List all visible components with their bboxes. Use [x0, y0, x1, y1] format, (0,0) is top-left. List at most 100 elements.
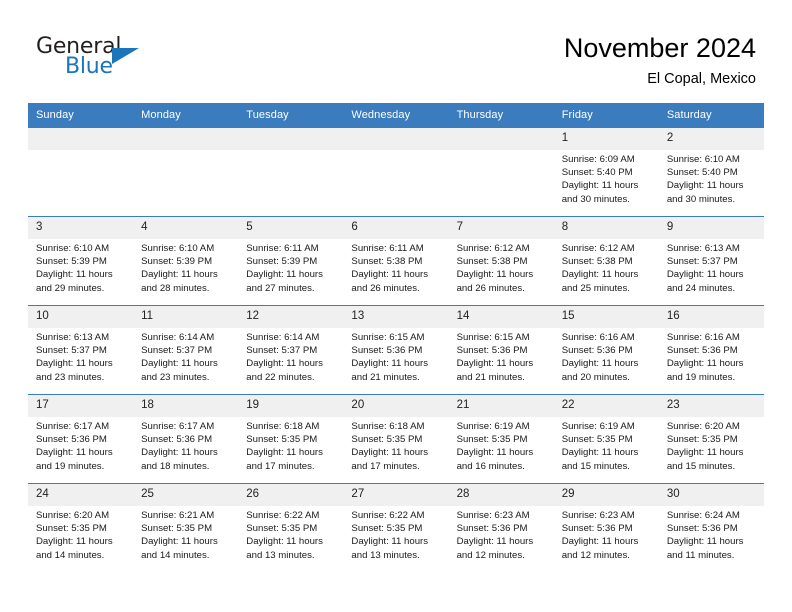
daylight-text-line1: Daylight: 11 hours — [351, 358, 429, 370]
daylight-text-line2: and 16 minutes. — [456, 460, 525, 472]
sunset-text: Sunset: 5:36 PM — [666, 345, 738, 357]
sunrise-text: Sunrise: 6:13 AM — [666, 243, 740, 254]
sunset-text: Sunset: 5:40 PM — [561, 167, 633, 179]
day-cell[interactable]: 8 Sunrise: 6:12 AM Sunset: 5:38 PM Daylight… — [553, 216, 659, 306]
weekday-header-wednesday: Wednesday — [343, 103, 449, 128]
day-details: Sunrise: 6:22 AM Sunset: 5:35 PM Daylight:… — [238, 506, 343, 562]
day-cell[interactable]: 26 Sunrise: 6:22 AM Sunset: 5:35 PM Dayligh… — [238, 483, 344, 572]
daylight-text-line1: Daylight: 11 hours — [36, 536, 113, 548]
day-number: 3 — [28, 217, 134, 239]
day-cell[interactable]: 5 Sunrise: 6:11 AM Sunset: 5:39 PM Daylight… — [238, 216, 344, 306]
daylight-text-line2: and 18 minutes. — [141, 460, 210, 472]
day-cell[interactable]: 28 Sunrise: 6:23 AM Sunset: 5:36 PM Dayligh… — [448, 483, 554, 572]
day-number: 27 — [343, 484, 449, 506]
day-cell-empty — [343, 127, 449, 217]
daylight-text-line2: and 12 minutes. — [561, 549, 630, 561]
sunrise-text: Sunrise: 6:11 AM — [351, 243, 424, 254]
sunrise-text: Sunrise: 6:11 AM — [246, 243, 319, 254]
sunset-text: Sunset: 5:37 PM — [36, 345, 107, 357]
daylight-text-line2: and 15 minutes. — [666, 460, 736, 472]
day-cell[interactable]: 9 Sunrise: 6:13 AM Sunset: 5:37 PM Daylight… — [658, 216, 764, 306]
logo-text-blue: Blue — [65, 54, 113, 79]
day-details: Sunrise: 6:16 AM Sunset: 5:36 PM Daylight:… — [554, 328, 659, 384]
day-cell[interactable]: 30 Sunrise: 6:24 AM Sunset: 5:36 PM Dayligh… — [658, 483, 764, 572]
daylight-text-line2: and 21 minutes. — [456, 371, 525, 383]
day-cell[interactable]: 12 Sunrise: 6:14 AM Sunset: 5:37 PM Dayligh… — [238, 305, 344, 395]
daylight-text-line1: Daylight: 11 hours — [141, 269, 218, 281]
day-details: Sunrise: 6:10 AM Sunset: 5:39 PM Daylight:… — [28, 239, 133, 295]
sunset-text: Sunset: 5:38 PM — [456, 256, 528, 268]
day-cell[interactable]: 6 Sunrise: 6:11 AM Sunset: 5:38 PM Daylight… — [343, 216, 449, 306]
daylight-text-line2: and 23 minutes. — [141, 371, 210, 383]
daylight-text-line1: Daylight: 11 hours — [141, 536, 218, 548]
daylight-text-line1: Daylight: 11 hours — [666, 447, 744, 459]
daylight-text-line2: and 13 minutes. — [246, 549, 315, 561]
day-cell[interactable]: 17 Sunrise: 6:17 AM Sunset: 5:36 PM Dayligh… — [28, 394, 134, 484]
day-number: 4 — [133, 217, 239, 239]
day-cell[interactable]: 11 Sunrise: 6:14 AM Sunset: 5:37 PM Dayligh… — [133, 305, 239, 395]
calendar-table: Sunday Monday Tuesday Wednesday Thursday… — [28, 103, 764, 572]
daylight-text-line2: and 26 minutes. — [351, 282, 420, 294]
day-cell[interactable]: 19 Sunrise: 6:18 AM Sunset: 5:35 PM Dayligh… — [238, 394, 344, 484]
sunset-text: Sunset: 5:35 PM — [36, 523, 107, 535]
day-number: 26 — [238, 484, 344, 506]
calendar-week-row: 1 Sunrise: 6:09 AM Sunset: 5:40 PM Daylight… — [28, 127, 764, 217]
day-cell[interactable]: 2 Sunrise: 6:10 AM Sunset: 5:40 PM Daylight… — [658, 127, 764, 217]
day-number: 20 — [343, 395, 449, 417]
day-cell[interactable]: 16 Sunrise: 6:16 AM Sunset: 5:36 PM Dayligh… — [658, 305, 764, 395]
day-cell[interactable]: 3 Sunrise: 6:10 AM Sunset: 5:39 PM Daylight… — [28, 216, 134, 306]
day-cell[interactable]: 7 Sunrise: 6:12 AM Sunset: 5:38 PM Daylight… — [448, 216, 554, 306]
day-cell[interactable]: 10 Sunrise: 6:13 AM Sunset: 5:37 PM Dayligh… — [28, 305, 134, 395]
sunrise-text: Sunrise: 6:23 AM — [456, 510, 530, 521]
day-number: 21 — [448, 395, 554, 417]
sunset-text: Sunset: 5:35 PM — [561, 434, 633, 446]
day-cell[interactable]: 20 Sunrise: 6:18 AM Sunset: 5:35 PM Dayligh… — [343, 394, 449, 484]
sunset-text: Sunset: 5:36 PM — [666, 523, 738, 535]
logo-triangle-icon — [112, 48, 139, 64]
daylight-text-line2: and 30 minutes. — [666, 193, 736, 205]
day-details: Sunrise: 6:23 AM Sunset: 5:36 PM Daylight:… — [554, 506, 659, 562]
day-number: 18 — [133, 395, 239, 417]
day-number: 13 — [343, 306, 449, 328]
day-cell[interactable]: 14 Sunrise: 6:15 AM Sunset: 5:36 PM Dayligh… — [448, 305, 554, 395]
sunset-text: Sunset: 5:40 PM — [666, 167, 738, 179]
day-details: Sunrise: 6:23 AM Sunset: 5:36 PM Daylight:… — [449, 506, 554, 562]
day-details: Sunrise: 6:20 AM Sunset: 5:35 PM Daylight:… — [659, 417, 764, 473]
day-cell[interactable]: 24 Sunrise: 6:20 AM Sunset: 5:35 PM Dayligh… — [28, 483, 134, 572]
weekday-header-tuesday: Tuesday — [238, 103, 344, 128]
day-cell[interactable]: 1 Sunrise: 6:09 AM Sunset: 5:40 PM Daylight… — [553, 127, 659, 217]
day-details: Sunrise: 6:15 AM Sunset: 5:36 PM Daylight:… — [449, 328, 554, 384]
day-details: Sunrise: 6:18 AM Sunset: 5:35 PM Daylight:… — [343, 417, 448, 473]
day-cell[interactable]: 21 Sunrise: 6:19 AM Sunset: 5:35 PM Dayligh… — [448, 394, 554, 484]
sunrise-text: Sunrise: 6:14 AM — [246, 332, 320, 343]
day-cell[interactable]: 23 Sunrise: 6:20 AM Sunset: 5:35 PM Dayligh… — [658, 394, 764, 484]
sunrise-text: Sunrise: 6:24 AM — [666, 510, 740, 521]
day-cell[interactable]: 18 Sunrise: 6:17 AM Sunset: 5:36 PM Dayligh… — [133, 394, 239, 484]
day-cell[interactable]: 27 Sunrise: 6:22 AM Sunset: 5:35 PM Dayligh… — [343, 483, 449, 572]
daylight-text-line1: Daylight: 11 hours — [246, 536, 323, 548]
day-cell[interactable]: 4 Sunrise: 6:10 AM Sunset: 5:39 PM Daylight… — [133, 216, 239, 306]
day-details: Sunrise: 6:12 AM Sunset: 5:38 PM Daylight:… — [554, 239, 659, 295]
sunrise-text: Sunrise: 6:16 AM — [561, 332, 635, 343]
daylight-text-line2: and 24 minutes. — [666, 282, 736, 294]
day-cell[interactable]: 22 Sunrise: 6:19 AM Sunset: 5:35 PM Dayligh… — [553, 394, 659, 484]
daylight-text-line1: Daylight: 11 hours — [246, 447, 323, 459]
day-cell[interactable]: 13 Sunrise: 6:15 AM Sunset: 5:36 PM Dayligh… — [343, 305, 449, 395]
sunset-text: Sunset: 5:36 PM — [36, 434, 107, 446]
calendar-week-row: 3 Sunrise: 6:10 AM Sunset: 5:39 PM Daylight… — [28, 216, 764, 306]
sunset-text: Sunset: 5:37 PM — [141, 345, 213, 357]
sunset-text: Sunset: 5:39 PM — [36, 256, 107, 268]
day-cell[interactable]: 29 Sunrise: 6:23 AM Sunset: 5:36 PM Dayligh… — [553, 483, 659, 572]
daylight-text-line2: and 29 minutes. — [36, 282, 105, 294]
sunrise-text: Sunrise: 6:10 AM — [36, 243, 110, 254]
sunrise-text: Sunrise: 6:18 AM — [246, 421, 320, 432]
day-details: Sunrise: 6:17 AM Sunset: 5:36 PM Daylight:… — [133, 417, 238, 473]
day-cell[interactable]: 15 Sunrise: 6:16 AM Sunset: 5:36 PM Dayligh… — [553, 305, 659, 395]
day-details: Sunrise: 6:22 AM Sunset: 5:35 PM Daylight:… — [343, 506, 448, 562]
day-number: 10 — [28, 306, 134, 328]
day-number: 24 — [28, 484, 134, 506]
page-title: November 2024 — [563, 33, 756, 63]
day-number: 14 — [448, 306, 554, 328]
day-cell[interactable]: 25 Sunrise: 6:21 AM Sunset: 5:35 PM Dayligh… — [133, 483, 239, 572]
calendar-header-row: Sunday Monday Tuesday Wednesday Thursday… — [28, 103, 764, 128]
